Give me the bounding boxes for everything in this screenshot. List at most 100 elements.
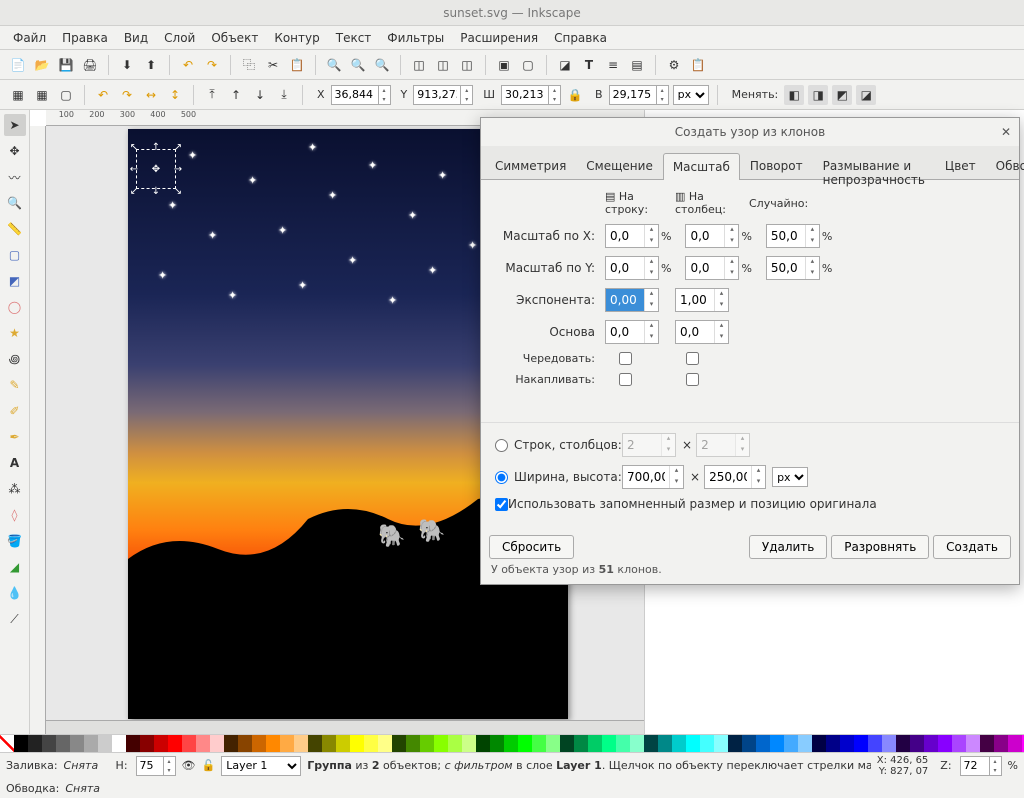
rect-tool-icon[interactable]: ▢ xyxy=(4,244,26,266)
color-swatch[interactable] xyxy=(896,735,910,752)
bezier-tool-icon[interactable]: ✐ xyxy=(4,400,26,422)
zoom-page-icon[interactable]: 🔍 xyxy=(372,55,392,75)
tweak-tool-icon[interactable]: 〰 xyxy=(4,166,26,188)
color-swatch[interactable] xyxy=(532,735,546,752)
color-swatch[interactable] xyxy=(574,735,588,752)
eye-icon[interactable]: 👁 xyxy=(182,759,196,772)
ellipse-tool-icon[interactable]: ◯ xyxy=(4,296,26,318)
3dbox-tool-icon[interactable]: ◩ xyxy=(4,270,26,292)
width-height-radio[interactable] xyxy=(495,471,508,484)
color-swatch[interactable] xyxy=(420,735,434,752)
scale-y-row-input[interactable]: ▴▾ xyxy=(605,256,659,280)
menu-edit[interactable]: Правка xyxy=(55,28,115,48)
tab-scale[interactable]: Масштаб xyxy=(663,153,740,180)
duplicate-icon[interactable]: ◫ xyxy=(409,55,429,75)
group-icon[interactable]: ▣ xyxy=(494,55,514,75)
tab-symmetry[interactable]: Симметрия xyxy=(485,152,576,179)
exponent-row-input[interactable]: ▴▾ xyxy=(605,288,659,312)
color-swatch[interactable] xyxy=(196,735,210,752)
flip-h-icon[interactable]: ↔ xyxy=(141,85,161,105)
color-swatch[interactable] xyxy=(518,735,532,752)
cumulate-row-checkbox[interactable] xyxy=(619,373,632,386)
undo-icon[interactable]: ↶ xyxy=(178,55,198,75)
color-swatch[interactable] xyxy=(126,735,140,752)
menu-file[interactable]: Файл xyxy=(6,28,53,48)
color-swatch[interactable] xyxy=(644,735,658,752)
copy-icon[interactable]: ⿻ xyxy=(239,55,259,75)
color-swatch[interactable] xyxy=(938,735,952,752)
color-swatch[interactable] xyxy=(42,735,56,752)
color-swatch[interactable] xyxy=(882,735,896,752)
rows-input[interactable]: ▴▾ xyxy=(622,433,676,457)
menu-text[interactable]: Текст xyxy=(329,28,379,48)
color-swatch[interactable] xyxy=(910,735,924,752)
opacity-input[interactable]: ▴▾ xyxy=(136,756,176,776)
color-swatch[interactable] xyxy=(742,735,756,752)
menu-view[interactable]: Вид xyxy=(117,28,155,48)
clone-icon[interactable]: ◫ xyxy=(433,55,453,75)
scale-x-col-input[interactable]: ▴▾ xyxy=(685,224,739,248)
color-swatch[interactable] xyxy=(840,735,854,752)
color-swatch[interactable] xyxy=(182,735,196,752)
swatch-none[interactable] xyxy=(0,735,14,752)
color-swatch[interactable] xyxy=(280,735,294,752)
color-swatch[interactable] xyxy=(238,735,252,752)
tab-trace[interactable]: Обводка xyxy=(986,152,1024,179)
menu-filters[interactable]: Фильтры xyxy=(380,28,451,48)
color-swatch[interactable] xyxy=(756,735,770,752)
x-input[interactable]: ▴▾ xyxy=(331,85,391,105)
color-swatch[interactable] xyxy=(812,735,826,752)
create-button[interactable]: Создать xyxy=(933,535,1011,559)
tab-color[interactable]: Цвет xyxy=(935,152,986,179)
w-input[interactable]: ▴▾ xyxy=(501,85,561,105)
height-input[interactable]: ▴▾ xyxy=(704,465,766,489)
open-file-icon[interactable]: 📂 xyxy=(32,55,52,75)
color-swatch[interactable] xyxy=(546,735,560,752)
color-swatch[interactable] xyxy=(616,735,630,752)
color-swatch[interactable] xyxy=(350,735,364,752)
lower-icon[interactable]: ↓ xyxy=(250,85,270,105)
color-swatch[interactable] xyxy=(294,735,308,752)
color-swatch[interactable] xyxy=(462,735,476,752)
color-swatch[interactable] xyxy=(1008,735,1022,752)
import-icon[interactable]: ⬇ xyxy=(117,55,137,75)
export-icon[interactable]: ⬆ xyxy=(141,55,161,75)
color-swatch[interactable] xyxy=(826,735,840,752)
size-units-select[interactable]: px xyxy=(772,467,808,487)
xml-editor-icon[interactable]: ≡ xyxy=(603,55,623,75)
color-swatch[interactable] xyxy=(364,735,378,752)
color-swatch[interactable] xyxy=(490,735,504,752)
delete-button[interactable]: Удалить xyxy=(749,535,828,559)
color-swatch[interactable] xyxy=(588,735,602,752)
color-swatch[interactable] xyxy=(98,735,112,752)
measure-tool-icon[interactable]: 📏 xyxy=(4,218,26,240)
width-input[interactable]: ▴▾ xyxy=(622,465,684,489)
paste-icon[interactable]: 📋 xyxy=(287,55,307,75)
color-swatch[interactable] xyxy=(952,735,966,752)
color-swatch[interactable] xyxy=(602,735,616,752)
color-swatch[interactable] xyxy=(224,735,238,752)
rows-cols-radio[interactable] xyxy=(495,439,508,452)
h-input[interactable]: ▴▾ xyxy=(609,85,669,105)
horizontal-scrollbar[interactable] xyxy=(46,720,644,734)
bucket-tool-icon[interactable]: 🪣 xyxy=(4,530,26,552)
color-swatch[interactable] xyxy=(252,735,266,752)
connector-tool-icon[interactable]: ⟋ xyxy=(4,608,26,630)
reset-button[interactable]: Сбросить xyxy=(489,535,574,559)
affect-pattern-icon[interactable]: ◪ xyxy=(856,85,876,105)
alternate-row-checkbox[interactable] xyxy=(619,352,632,365)
lower-bottom-icon[interactable]: ⤓ xyxy=(274,85,294,105)
units-select[interactable]: px xyxy=(673,85,709,105)
gradient-tool-icon[interactable]: ◢ xyxy=(4,556,26,578)
color-swatch[interactable] xyxy=(504,735,518,752)
color-swatch[interactable] xyxy=(168,735,182,752)
preferences-icon[interactable]: ⚙ xyxy=(664,55,684,75)
menu-path[interactable]: Контур xyxy=(267,28,326,48)
color-swatch[interactable] xyxy=(84,735,98,752)
dropper-tool-icon[interactable]: 💧 xyxy=(4,582,26,604)
stroke-value[interactable]: Снята xyxy=(65,782,100,795)
redo-icon[interactable]: ↷ xyxy=(202,55,222,75)
color-swatch[interactable] xyxy=(868,735,882,752)
color-swatch[interactable] xyxy=(210,735,224,752)
zoom-input[interactable]: ▴▾ xyxy=(960,756,1002,776)
